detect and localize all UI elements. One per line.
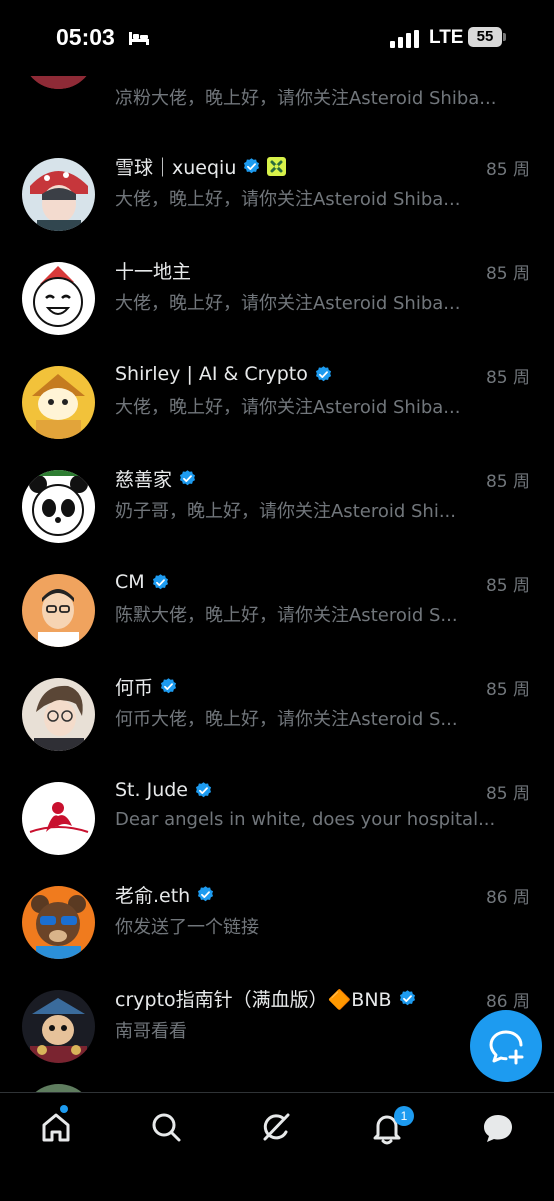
battery-nub: [503, 33, 506, 41]
conversation-time: 85 周: [485, 784, 530, 804]
conversation-name-line: 慈善家: [115, 465, 197, 491]
notification-count-badge: 1: [394, 1106, 414, 1126]
new-message-icon: [489, 1030, 524, 1065]
conversation-time: 86 周: [485, 992, 530, 1012]
verified-badge-icon: [315, 365, 331, 381]
conversation-name-line: 何币: [115, 673, 178, 699]
avatar[interactable]: [22, 782, 95, 855]
conversation-name-line: St. Jude: [115, 777, 213, 803]
conversation-name: 老俞.eth: [115, 884, 191, 907]
conversation-row[interactable]: St. Jude 85 周 Dear angels in white, does…: [0, 774, 554, 878]
verified-badge-icon: [179, 469, 196, 485]
verified-badge-icon: [195, 781, 212, 797]
avatar[interactable]: [22, 262, 95, 335]
conversation-time: 85 周: [485, 160, 530, 180]
conversation-preview: 陈默大佬，晚上好，请你关注Asteroid S...: [115, 605, 458, 626]
conversation-row[interactable]: 老俞.eth 86 周 你发送了一个链接: [0, 878, 554, 982]
conversation-preview: 大佬，晚上好，请你关注Asteroid Shiba...: [115, 189, 461, 210]
affiliate-badge-icon: [267, 156, 287, 176]
conversation-name-line: crypto指南针（满血版）🔶BNB: [115, 985, 417, 1011]
avatar[interactable]: [22, 366, 95, 439]
verified-badge-icon: [160, 677, 177, 693]
bottom-nav: 1: [0, 1092, 554, 1201]
conversation-name-line: 老俞.eth: [115, 881, 215, 907]
conversation-preview: 大佬，晚上好，请你关注Asteroid Shiba...: [115, 397, 461, 418]
verified-badge-icon: [399, 989, 415, 1005]
conversation-name-line: 雪球｜xueqiu: [115, 153, 287, 179]
conversation-preview: 何币大佬，晚上好，请你关注Asteroid S...: [115, 709, 458, 730]
conversation-time: 86 周: [485, 888, 530, 908]
conversation-preview: 你发送了一个链接: [115, 917, 259, 938]
conversation-name-line: 十一地主: [115, 257, 191, 283]
conversation-preview: 奶子哥，晚上好，请你关注Asteroid Shi...: [115, 501, 456, 522]
avatar[interactable]: [22, 158, 95, 231]
verified-badge-icon: [244, 157, 260, 173]
avatar[interactable]: [22, 990, 95, 1063]
new-message-button[interactable]: [470, 1010, 542, 1082]
cellular-signal-icon: [390, 30, 419, 48]
conversation-name: CM: [115, 571, 145, 593]
avatar[interactable]: [22, 886, 95, 959]
search-icon[interactable]: [146, 1107, 186, 1147]
conversation-name-line: CM: [115, 569, 170, 595]
status-bar: 05:03 LTE 55: [0, 0, 554, 76]
conversation-preview: 大佬，晚上好，请你关注Asteroid Shiba...: [115, 293, 461, 314]
conversation-time: 85 周: [485, 472, 530, 492]
avatar[interactable]: [22, 678, 95, 751]
conversation-row[interactable]: Shirley | AI & Crypto 85 周 大佬，晚上好，请你关注As…: [0, 358, 554, 462]
conversation-name: crypto指南针（满血版）🔶BNB: [115, 988, 392, 1011]
conversation-name-line: Shirley | AI & Crypto: [115, 361, 333, 387]
conversation-row[interactable]: 十一地主 85 周 大佬，晚上好，请你关注Asteroid Shiba...: [0, 254, 554, 358]
status-time: 05:03: [56, 24, 115, 50]
verified-badge-icon: [198, 885, 214, 901]
conversation-preview: Dear angels in white, does your hospital…: [115, 809, 496, 830]
conversation-row[interactable]: 雪球｜xueqiu 85 周 大佬，晚上好，请你关注Asteroid Shiba…: [0, 150, 554, 254]
sleep-focus-icon: [129, 32, 149, 45]
avatar[interactable]: [22, 470, 95, 543]
battery-level: 55: [468, 27, 502, 47]
conversation-name: 慈善家: [115, 468, 173, 491]
conversation-time: 85 周: [485, 576, 530, 596]
conversation-name: 十一地主: [115, 260, 192, 283]
grok-icon[interactable]: [256, 1107, 296, 1147]
conversation-row[interactable]: CM 85 周 陈默大佬，晚上好，请你关注Asteroid S...: [0, 566, 554, 670]
network-type: LTE: [429, 27, 464, 48]
verified-badge-icon: [152, 573, 168, 589]
conversation-row[interactable]: 慈善家 85 周 奶子哥，晚上好，请你关注Asteroid Shi...: [0, 462, 554, 566]
messages-icon[interactable]: [478, 1107, 518, 1147]
avatar[interactable]: [22, 574, 95, 647]
conversation-time: 85 周: [485, 680, 530, 700]
conversation-name: 何币: [115, 676, 154, 699]
home-new-indicator: [60, 1105, 68, 1113]
conversation-time: 85 周: [485, 264, 530, 284]
home-icon[interactable]: [36, 1107, 76, 1147]
conversation-name: 雪球｜xueqiu: [115, 156, 237, 179]
conversation-preview: 南哥看看: [115, 1021, 187, 1042]
conversation-row[interactable]: 何币 85 周 何币大佬，晚上好，请你关注Asteroid S...: [0, 670, 554, 774]
conversation-name: Shirley | AI & Crypto: [115, 363, 308, 385]
conversation-preview: 凉粉大佬，晚上好，请你关注Asteroid Shiba...: [115, 88, 497, 109]
conversation-time: 85 周: [485, 368, 530, 388]
conversation-name: St. Jude: [115, 779, 188, 801]
